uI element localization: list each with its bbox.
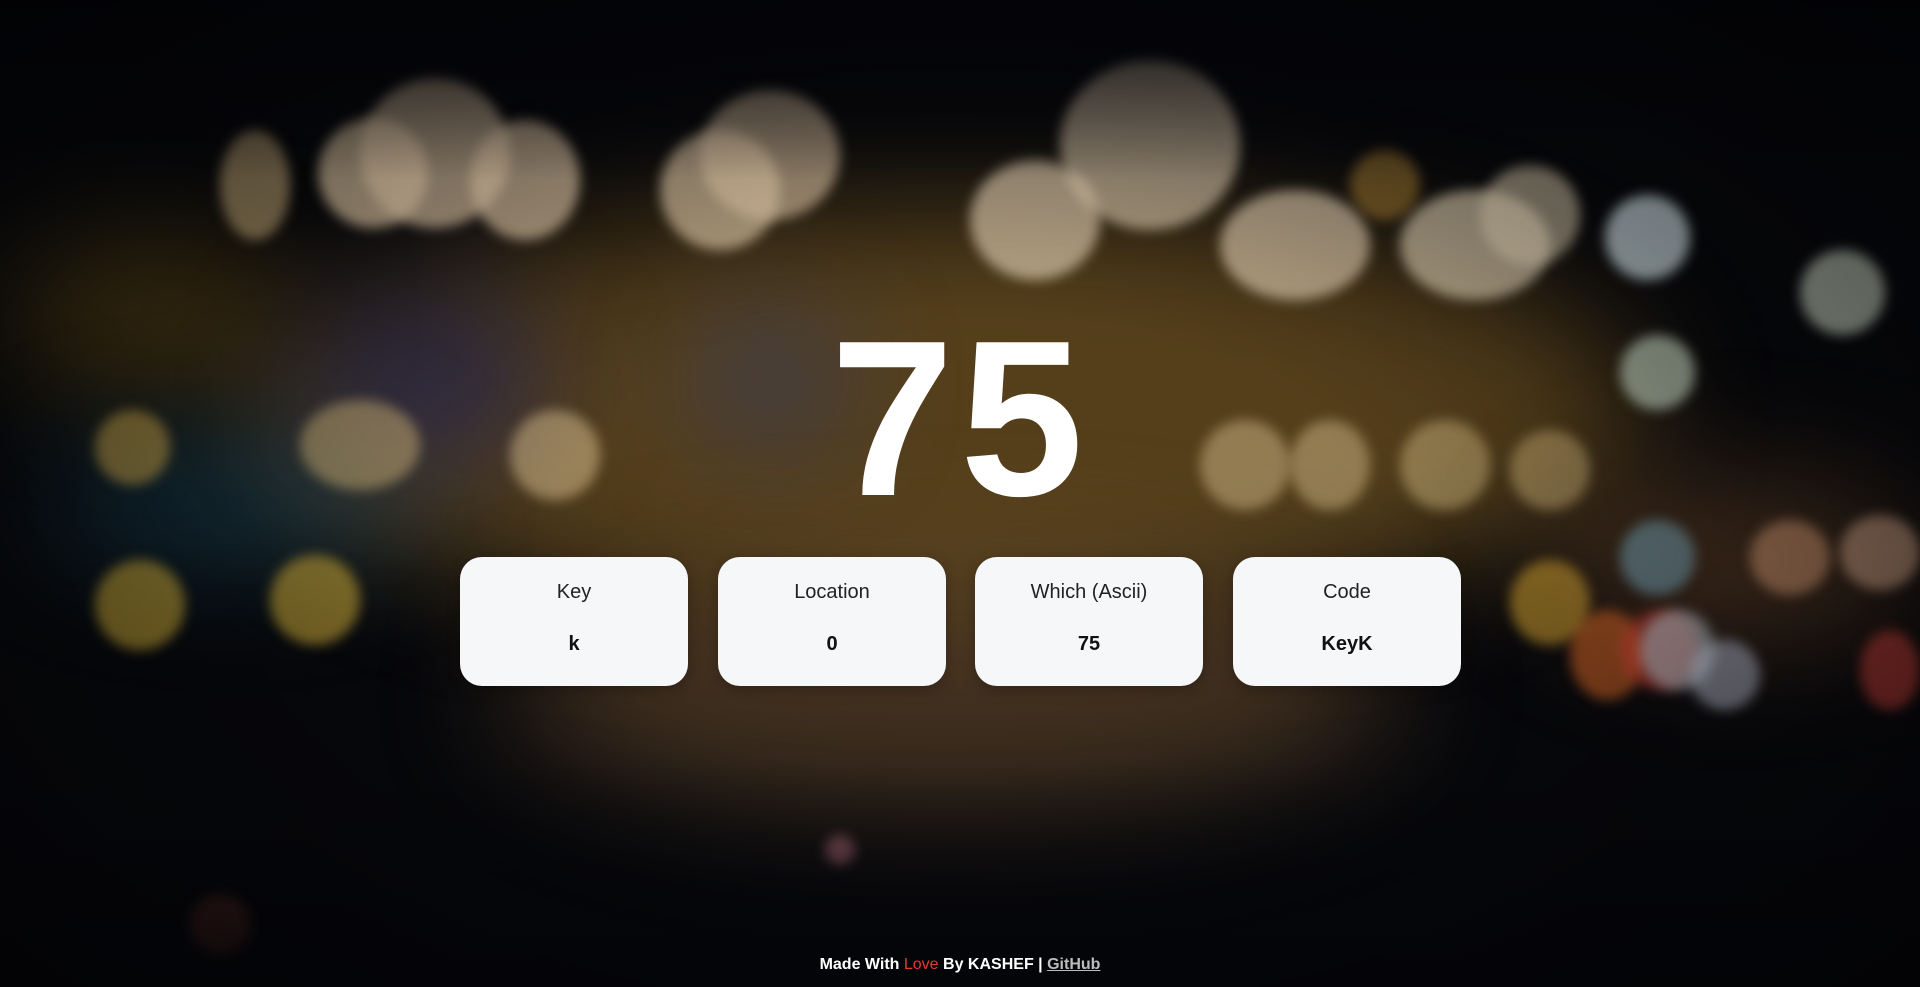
key-card: Key k	[460, 557, 688, 686]
which-card-value: 75	[1077, 633, 1101, 655]
footer-made-with: Made With	[819, 956, 900, 973]
key-code-display: 75	[830, 295, 1090, 543]
key-card-label: Key	[556, 581, 592, 603]
which-card-label: Which (Ascii)	[1030, 581, 1148, 603]
which-card: Which (Ascii) 75	[975, 557, 1203, 686]
key-card-value: k	[568, 633, 580, 655]
code-card: Code KeyK	[1233, 557, 1461, 686]
footer-author: By KASHEF |	[943, 956, 1043, 973]
footer-love: Love	[903, 956, 939, 973]
footer: Made With Love By KASHEF | GitHub	[0, 956, 1920, 974]
github-link[interactable]: GitHub	[1047, 956, 1100, 973]
location-card-value: 0	[826, 633, 838, 655]
key-info-cards: Key k Location 0 Which (Ascii) 75 Code K…	[460, 557, 1461, 686]
location-card: Location 0	[718, 557, 946, 686]
location-card-label: Location	[794, 581, 870, 603]
code-card-value: KeyK	[1321, 633, 1373, 655]
code-card-label: Code	[1323, 581, 1371, 603]
